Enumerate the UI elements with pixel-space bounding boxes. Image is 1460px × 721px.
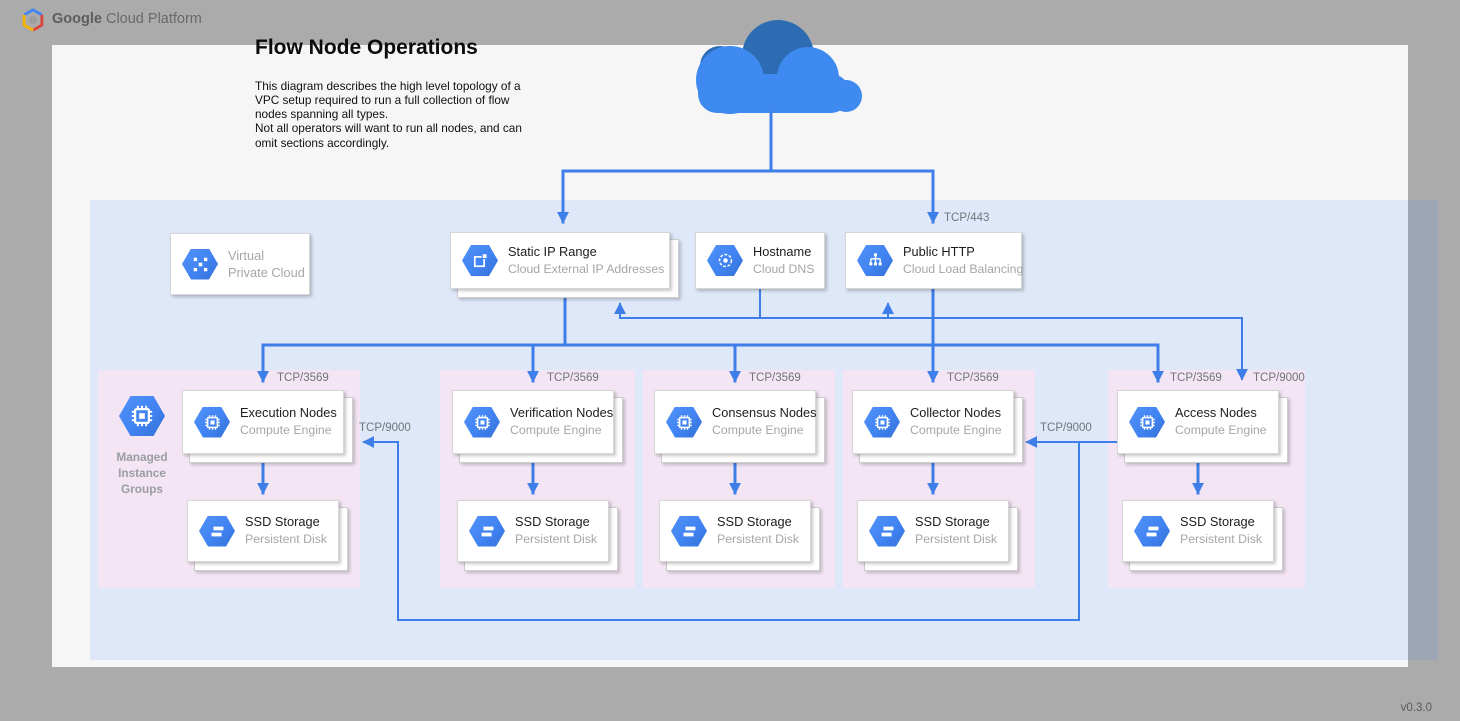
static-ip-card-text: Static IP Range Cloud External IP Addres… bbox=[508, 244, 664, 277]
consensus-card-text: Consensus Nodes Compute Engine bbox=[712, 405, 817, 438]
access-ssd-title: SSD Storage bbox=[1180, 514, 1262, 531]
compute-engine-icon bbox=[864, 407, 900, 438]
vpc-card: Virtual Private Cloud bbox=[170, 233, 310, 295]
dns-subtitle: Cloud DNS bbox=[753, 261, 815, 277]
verification-subtitle: Compute Engine bbox=[510, 422, 613, 438]
load-balancer-icon bbox=[857, 245, 893, 276]
port-label-verification: TCP/3569 bbox=[547, 372, 599, 384]
execution-ssd-subtitle: Persistent Disk bbox=[245, 531, 327, 547]
compute-engine-icon bbox=[1129, 407, 1165, 438]
port-label-access-grpc: TCP/9000 bbox=[1253, 372, 1305, 384]
static-ip-title: Static IP Range bbox=[508, 244, 664, 261]
dns-card-text: Hostname Cloud DNS bbox=[753, 244, 815, 277]
collector-card-text: Collector Nodes Compute Engine bbox=[910, 405, 1002, 438]
execution-ssd-title: SSD Storage bbox=[245, 514, 327, 531]
lb-subtitle: Cloud Load Balancing bbox=[903, 261, 1023, 277]
consensus-ssd-text: SSD Storage Persistent Disk bbox=[717, 514, 799, 547]
diagram-page: { "brand": {"bold": "Google", "rest": " … bbox=[0, 0, 1460, 721]
persistent-disk-icon bbox=[469, 516, 505, 547]
collector-ssd-text: SSD Storage Persistent Disk bbox=[915, 514, 997, 547]
verification-ssd-card: SSD Storage Persistent Disk bbox=[457, 500, 609, 562]
compute-engine-icon bbox=[194, 407, 230, 438]
access-title: Access Nodes bbox=[1175, 405, 1267, 422]
consensus-ssd-subtitle: Persistent Disk bbox=[717, 531, 799, 547]
persistent-disk-icon bbox=[671, 516, 707, 547]
collector-ssd-title: SSD Storage bbox=[915, 514, 997, 531]
static-ip-subtitle: Cloud External IP Addresses bbox=[508, 261, 664, 277]
port-label-https: TCP/443 bbox=[944, 212, 989, 224]
lb-title: Public HTTP bbox=[903, 244, 1023, 261]
compute-engine-icon bbox=[666, 407, 702, 438]
persistent-disk-icon bbox=[199, 516, 235, 547]
port-label-loop-right: TCP/9000 bbox=[1040, 422, 1092, 434]
consensus-title: Consensus Nodes bbox=[712, 405, 817, 422]
persistent-disk-icon bbox=[869, 516, 905, 547]
verification-ssd-text: SSD Storage Persistent Disk bbox=[515, 514, 597, 547]
collector-subtitle: Compute Engine bbox=[910, 422, 1002, 438]
port-label-loop-left: TCP/9000 bbox=[359, 422, 411, 434]
compute-engine-icon bbox=[464, 407, 500, 438]
verification-card-text: Verification Nodes Compute Engine bbox=[510, 405, 613, 438]
static-ip-card: Static IP Range Cloud External IP Addres… bbox=[450, 232, 670, 289]
consensus-card: Consensus Nodes Compute Engine bbox=[654, 390, 816, 454]
execution-title: Execution Nodes bbox=[240, 405, 337, 422]
execution-card-text: Execution Nodes Compute Engine bbox=[240, 405, 337, 438]
collector-ssd-card: SSD Storage Persistent Disk bbox=[857, 500, 1009, 562]
access-card-text: Access Nodes Compute Engine bbox=[1175, 405, 1267, 438]
access-ssd-card: SSD Storage Persistent Disk bbox=[1122, 500, 1274, 562]
vpc-card-label: Virtual Private Cloud bbox=[228, 247, 305, 282]
execution-card: Execution Nodes Compute Engine bbox=[182, 390, 344, 454]
access-card: Access Nodes Compute Engine bbox=[1117, 390, 1279, 454]
dns-icon bbox=[707, 245, 743, 276]
access-subtitle: Compute Engine bbox=[1175, 422, 1267, 438]
lb-card-text: Public HTTP Cloud Load Balancing bbox=[903, 244, 1023, 277]
execution-subtitle: Compute Engine bbox=[240, 422, 337, 438]
external-ip-icon bbox=[462, 245, 498, 276]
connector-lines bbox=[0, 0, 1460, 721]
port-label-consensus: TCP/3569 bbox=[749, 372, 801, 384]
verification-card: Verification Nodes Compute Engine bbox=[452, 390, 614, 454]
edge-feedback-to-access bbox=[620, 318, 1242, 379]
collector-ssd-subtitle: Persistent Disk bbox=[915, 531, 997, 547]
dns-card: Hostname Cloud DNS bbox=[695, 232, 825, 289]
port-label-collector: TCP/3569 bbox=[947, 372, 999, 384]
collector-card: Collector Nodes Compute Engine bbox=[852, 390, 1014, 454]
edge-bus bbox=[263, 345, 1158, 381]
execution-ssd-card: SSD Storage Persistent Disk bbox=[187, 500, 339, 562]
execution-ssd-text: SSD Storage Persistent Disk bbox=[245, 514, 327, 547]
vpc-icon bbox=[182, 249, 218, 280]
verification-ssd-subtitle: Persistent Disk bbox=[515, 531, 597, 547]
verification-ssd-title: SSD Storage bbox=[515, 514, 597, 531]
access-ssd-text: SSD Storage Persistent Disk bbox=[1180, 514, 1262, 547]
port-label-access-flow: TCP/3569 bbox=[1170, 372, 1222, 384]
dns-title: Hostname bbox=[753, 244, 815, 261]
consensus-ssd-title: SSD Storage bbox=[717, 514, 799, 531]
lb-card: Public HTTP Cloud Load Balancing bbox=[845, 232, 1022, 289]
persistent-disk-icon bbox=[1134, 516, 1170, 547]
consensus-subtitle: Compute Engine bbox=[712, 422, 817, 438]
port-label-execution: TCP/3569 bbox=[277, 372, 329, 384]
verification-title: Verification Nodes bbox=[510, 405, 613, 422]
collector-title: Collector Nodes bbox=[910, 405, 1002, 422]
consensus-ssd-card: SSD Storage Persistent Disk bbox=[659, 500, 811, 562]
access-ssd-subtitle: Persistent Disk bbox=[1180, 531, 1262, 547]
